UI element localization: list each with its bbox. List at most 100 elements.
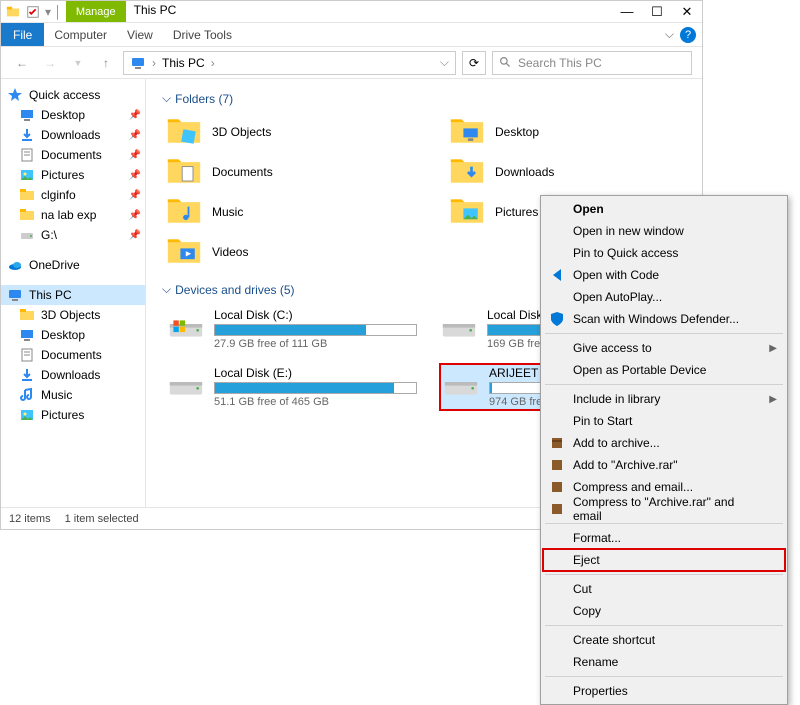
drive-icon xyxy=(168,315,204,343)
sidebar-item-label: Music xyxy=(41,388,72,402)
vscode-icon xyxy=(549,267,565,283)
drive-item[interactable]: Local Disk (C:)27.9 GB free of 111 GB xyxy=(166,305,419,353)
sidebar-item[interactable]: Desktop xyxy=(1,325,145,345)
ribbon-expand-icon[interactable]: ⌵ xyxy=(665,27,674,42)
sidebar-item[interactable]: Documents📌 xyxy=(1,145,145,165)
folders-group-header[interactable]: ⌵Folders (7) xyxy=(162,91,692,106)
refresh-button[interactable]: ⟳ xyxy=(462,51,486,75)
cm-open[interactable]: Open xyxy=(543,198,785,220)
manage-tab[interactable]: Manage xyxy=(66,1,126,22)
pin-icon: 📌 xyxy=(129,170,141,181)
sidebar-item-label: G:\ xyxy=(41,228,57,242)
cm-rename[interactable]: Rename xyxy=(543,651,785,673)
sidebar-item[interactable]: Downloads xyxy=(1,365,145,385)
cm-cut[interactable]: Cut xyxy=(543,578,785,600)
cm-create-shortcut[interactable]: Create shortcut xyxy=(543,629,785,651)
folder-item[interactable]: 3D Objects xyxy=(166,114,409,150)
drive-icon xyxy=(443,373,479,401)
maximize-button[interactable]: ☐ xyxy=(642,1,672,22)
recent-dropdown[interactable]: ▼ xyxy=(67,52,89,74)
sidebar-item-label: Pictures xyxy=(41,168,84,182)
desktop-icon xyxy=(19,107,35,123)
qat-divider: ▾ │ xyxy=(45,5,62,19)
cm-open-new-window[interactable]: Open in new window xyxy=(543,220,785,242)
archive-icon xyxy=(549,457,565,473)
cm-portable-device[interactable]: Open as Portable Device xyxy=(543,359,785,381)
drive-free-text: 27.9 GB free of 111 GB xyxy=(214,338,417,350)
address-bar-row: ← → ▼ ↑ › This PC › ⌵ ⟳ Search This PC xyxy=(1,47,702,79)
cm-open-with-code[interactable]: Open with Code xyxy=(543,264,785,286)
close-button[interactable]: ✕ xyxy=(672,1,702,22)
drive-usage-bar xyxy=(214,324,417,336)
sidebar-item[interactable]: Pictures xyxy=(1,405,145,425)
document-icon xyxy=(19,347,35,363)
folder-label: Music xyxy=(212,205,243,219)
sidebar-item-label: Downloads xyxy=(41,128,100,142)
sidebar-item[interactable]: Desktop📌 xyxy=(1,105,145,125)
document-icon xyxy=(19,147,35,163)
drive-item[interactable]: Local Disk (E:)51.1 GB free of 465 GB xyxy=(166,363,419,411)
drive-usage-bar xyxy=(214,382,417,394)
cm-pin-start[interactable]: Pin to Start xyxy=(543,410,785,432)
drive-icon xyxy=(168,373,204,401)
back-button[interactable]: ← xyxy=(11,52,33,74)
search-input[interactable]: Search This PC xyxy=(492,51,692,75)
sidebar-item[interactable]: na lab exp📌 xyxy=(1,205,145,225)
star-icon xyxy=(7,87,23,103)
cm-give-access[interactable]: Give access to▶ xyxy=(543,337,785,359)
cm-add-archive[interactable]: Add to archive... xyxy=(543,432,785,454)
computer-tab[interactable]: Computer xyxy=(44,23,117,46)
cm-separator xyxy=(545,676,783,677)
onedrive-node[interactable]: OneDrive xyxy=(1,255,145,275)
sidebar-item[interactable]: Documents xyxy=(1,345,145,365)
titlebar: ▾ │ Manage This PC — ☐ ✕ xyxy=(1,1,702,23)
cm-pin-quick-access[interactable]: Pin to Quick access xyxy=(543,242,785,264)
sidebar-item[interactable]: Downloads📌 xyxy=(1,125,145,145)
this-pc-node[interactable]: This PC xyxy=(1,285,145,305)
sidebar-item[interactable]: 3D Objects xyxy=(1,305,145,325)
view-tab[interactable]: View xyxy=(117,23,163,46)
folder-item[interactable]: Documents xyxy=(166,154,409,190)
drive-free-text: 51.1 GB free of 465 GB xyxy=(214,396,417,408)
help-icon[interactable]: ? xyxy=(680,27,696,43)
folder-icon xyxy=(449,114,485,150)
cm-separator xyxy=(545,574,783,575)
picture-icon xyxy=(19,407,35,423)
folder-label: Documents xyxy=(212,165,273,179)
quick-access-node[interactable]: Quick access xyxy=(1,85,145,105)
sidebar-item[interactable]: clginfo📌 xyxy=(1,185,145,205)
onedrive-label: OneDrive xyxy=(29,258,80,272)
chevron-right-icon: ▶ xyxy=(769,394,777,405)
quick-access-label: Quick access xyxy=(29,88,100,102)
drive-tools-tab[interactable]: Drive Tools xyxy=(163,23,242,46)
sidebar-item[interactable]: Pictures 📌 xyxy=(1,165,145,185)
cm-properties[interactable]: Properties xyxy=(543,680,785,702)
sidebar-item[interactable]: G:\📌 xyxy=(1,225,145,245)
folder-item[interactable]: Music xyxy=(166,194,409,230)
address-dropdown-icon[interactable]: ⌵ xyxy=(440,55,449,70)
cm-format[interactable]: Format... xyxy=(543,527,785,549)
address-bar[interactable]: › This PC › ⌵ xyxy=(123,51,456,75)
cm-eject[interactable]: Eject xyxy=(543,549,785,571)
minimize-button[interactable]: — xyxy=(612,1,642,22)
cm-separator xyxy=(545,625,783,626)
cm-scan-defender[interactable]: Scan with Windows Defender... xyxy=(543,308,785,330)
chevron-right-icon: ▶ xyxy=(769,343,777,354)
cm-add-rar[interactable]: Add to "Archive.rar" xyxy=(543,454,785,476)
cm-copy[interactable]: Copy xyxy=(543,600,785,622)
forward-button[interactable]: → xyxy=(39,52,61,74)
folder-item[interactable]: Videos xyxy=(166,234,409,270)
up-button[interactable]: ↑ xyxy=(95,52,117,74)
file-tab[interactable]: File xyxy=(1,23,44,46)
folder-icon xyxy=(166,194,202,230)
folder-item[interactable]: Downloads xyxy=(449,154,692,190)
folder-icon xyxy=(449,194,485,230)
cm-include-library[interactable]: Include in library▶ xyxy=(543,388,785,410)
cm-autoplay[interactable]: Open AutoPlay... xyxy=(543,286,785,308)
shield-icon xyxy=(549,311,565,327)
folder-item[interactable]: Desktop xyxy=(449,114,692,150)
sidebar-item[interactable]: Music xyxy=(1,385,145,405)
cm-compress-rar-email[interactable]: Compress to "Archive.rar" and email xyxy=(543,498,785,520)
folder-icon xyxy=(19,187,35,203)
properties-icon[interactable] xyxy=(25,4,41,20)
